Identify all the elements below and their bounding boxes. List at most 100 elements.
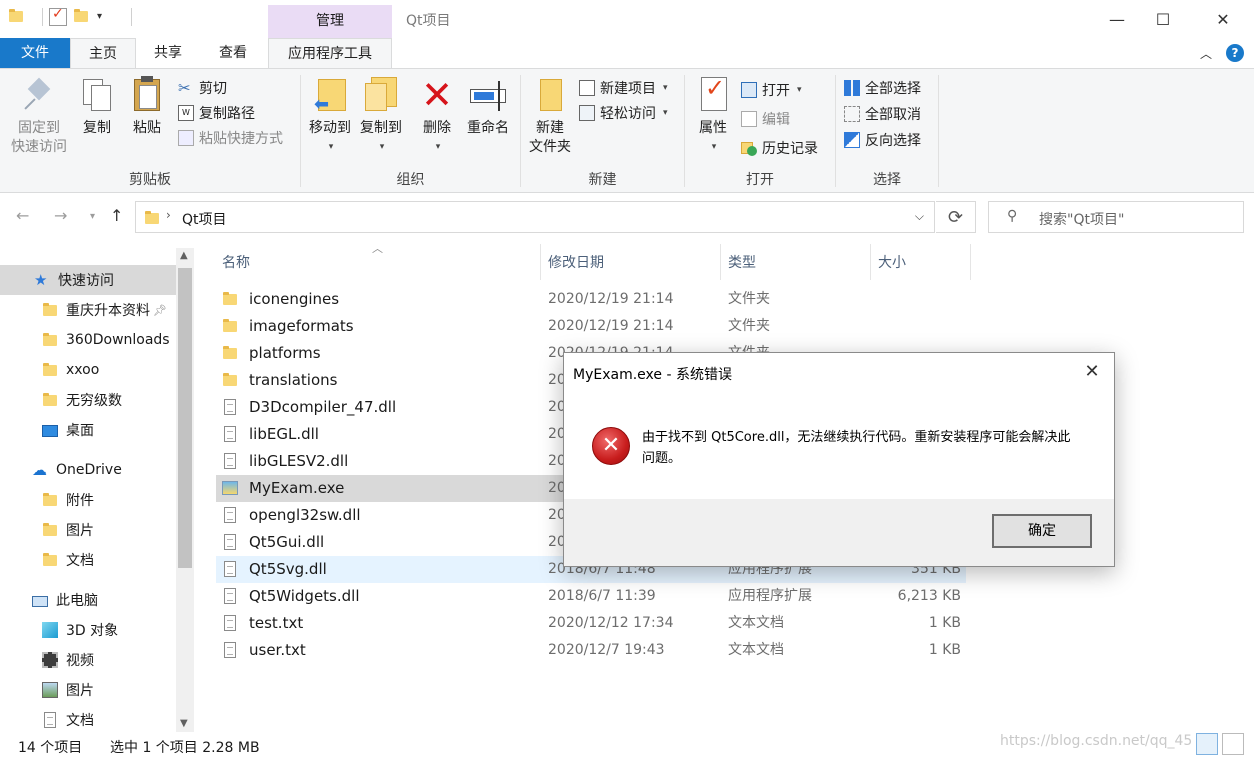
dll-file-icon — [222, 534, 238, 550]
new-item-button[interactable]: 新建项目 ▾ — [579, 77, 668, 99]
scrollbar-thumb[interactable] — [178, 268, 192, 568]
refresh-button[interactable]: ⟳ — [936, 201, 976, 233]
properties-button[interactable]: ✓ 属性 ▾ — [691, 75, 735, 157]
move-to-button[interactable]: ⬅ 移动到 ▾ — [305, 75, 355, 157]
copy-to-icon — [363, 75, 399, 115]
dialog-close-button[interactable]: ✕ — [1080, 361, 1104, 382]
chevron-down-icon: ▾ — [663, 83, 668, 93]
nav-item-360downloads[interactable]: 360Downloads — [0, 325, 176, 355]
tab-view[interactable]: 查看 — [200, 38, 266, 68]
column-header-name[interactable]: 名称 — [214, 248, 540, 278]
navigation-pane: ★ 快速访问 重庆升本资料 📌︎ 360Downloads xxoo 无穷级数 … — [0, 240, 196, 732]
column-header-size[interactable]: 大小 — [870, 248, 970, 278]
nav-item-pictures[interactable]: 图片 — [0, 675, 176, 705]
up-arrow-icon[interactable]: ↑ — [110, 206, 123, 225]
nav-item-3d-objects[interactable]: 3D 对象 — [0, 615, 176, 645]
copy-button[interactable]: 复制 — [76, 75, 118, 138]
table-row[interactable]: Qt5Widgets.dll 2018/6/7 11:39 应用程序扩展 6,2… — [216, 583, 966, 610]
recent-locations-chevron-icon[interactable]: ▾ — [90, 211, 95, 222]
breadcrumb-current[interactable]: Qt项目 — [182, 209, 227, 229]
column-header-date[interactable]: 修改日期 — [540, 248, 720, 278]
new-folder-icon[interactable] — [73, 8, 91, 26]
document-icon — [42, 712, 58, 728]
dll-file-icon — [222, 426, 238, 442]
close-button[interactable]: ✕ — [1200, 0, 1246, 38]
star-icon: ★ — [34, 271, 48, 289]
nav-item-desktop[interactable]: 桌面 — [0, 415, 176, 445]
open-button[interactable]: 打开 ▾ — [741, 79, 802, 101]
rename-button[interactable]: 重命名 — [463, 75, 513, 138]
nav-item-videos[interactable]: 视频 — [0, 645, 176, 675]
cloud-icon: ☁ — [32, 461, 47, 479]
nav-item-attachments[interactable]: 附件 — [0, 485, 176, 515]
table-row[interactable]: test.txt 2020/12/12 17:34 文本文档 1 KB — [216, 610, 966, 637]
nav-item-onedrive[interactable]: ☁ OneDrive — [0, 455, 176, 485]
copy-to-button[interactable]: 复制到 ▾ — [355, 75, 407, 157]
cut-button[interactable]: ✂ 剪切 — [178, 77, 227, 99]
paste-shortcut-button[interactable]: 粘贴快捷方式 — [178, 127, 283, 149]
minimize-button[interactable]: — — [1094, 0, 1140, 38]
nav-item-onedrive-documents[interactable]: 文档 — [0, 545, 176, 575]
nav-item-documents[interactable]: 文档 — [0, 705, 176, 735]
history-button[interactable]: 历史记录 — [741, 137, 818, 159]
text-file-icon — [222, 615, 238, 631]
status-selection: 选中 1 个项目 2.28 MB — [110, 740, 260, 756]
forward-arrow-icon[interactable]: → — [54, 206, 67, 225]
help-icon[interactable]: ? — [1226, 44, 1244, 62]
easy-access-icon — [579, 105, 595, 121]
navigation-scrollbar[interactable]: ▲ ▼ — [176, 248, 194, 732]
copy-path-button[interactable]: W 复制路径 — [178, 102, 255, 124]
tab-share[interactable]: 共享 — [136, 38, 200, 68]
desktop-icon — [42, 425, 58, 437]
back-arrow-icon[interactable]: ← — [16, 206, 29, 225]
nav-item-infinite-series[interactable]: 无穷级数 — [0, 385, 176, 415]
easy-access-button[interactable]: 轻松访问 ▾ — [579, 102, 668, 124]
search-input[interactable]: ⚲ 搜索"Qt项目" — [988, 201, 1244, 233]
history-icon — [741, 140, 757, 156]
ok-button[interactable]: 确定 — [992, 514, 1092, 548]
nav-item-xxoo[interactable]: xxoo — [0, 355, 176, 385]
pin-icon: 📌︎ — [153, 303, 167, 317]
select-none-button[interactable]: 全部取消 — [844, 103, 921, 125]
nav-item-chongqing[interactable]: 重庆升本资料 📌︎ — [0, 295, 176, 325]
tab-application-tools[interactable]: 应用程序工具 — [268, 38, 392, 68]
customize-qat-dropdown-icon[interactable]: ▾ — [97, 8, 115, 26]
nav-item-this-pc[interactable]: 此电脑 — [0, 585, 176, 615]
scroll-up-chevron-icon[interactable]: ▲ — [180, 250, 188, 261]
table-row[interactable]: iconengines 2020/12/19 21:14 文件夹 — [216, 286, 966, 313]
folder-icon[interactable] — [8, 8, 26, 26]
table-row[interactable]: imageformats 2020/12/19 21:14 文件夹 — [216, 313, 966, 340]
properties-check-icon[interactable]: ✓ — [49, 6, 67, 26]
nav-item-quick-access[interactable]: ★ 快速访问 — [0, 265, 176, 295]
dialog-title: MyExam.exe - 系统错误 — [573, 367, 732, 383]
invert-selection-button[interactable]: 反向选择 — [844, 129, 921, 151]
new-folder-button[interactable]: 新建 文件夹 — [525, 75, 575, 157]
folder-icon — [42, 362, 58, 378]
delete-button[interactable]: ✕ 删除 ▾ — [417, 75, 457, 157]
column-header-type[interactable]: 类型 — [720, 248, 870, 278]
paste-button[interactable]: 粘贴 — [126, 75, 168, 138]
folder-icon — [222, 372, 238, 388]
ribbon-collapse-chevron-icon[interactable]: ︿ — [1200, 45, 1212, 62]
dll-file-icon — [222, 588, 238, 604]
folder-icon — [42, 522, 58, 538]
edit-button[interactable]: 编辑 — [741, 108, 790, 130]
breadcrumb-chevron-icon[interactable]: › — [166, 208, 171, 222]
select-all-button[interactable]: 全部选择 — [844, 77, 921, 99]
nav-item-onedrive-pictures[interactable]: 图片 — [0, 515, 176, 545]
address-dropdown-chevron-icon[interactable]: ⌵ — [915, 209, 924, 224]
details-view-icon[interactable] — [1196, 733, 1218, 755]
tab-file[interactable]: 文件 — [0, 38, 70, 68]
open-icon — [741, 82, 757, 98]
address-bar[interactable]: › Qt项目 ⌵ — [135, 201, 935, 233]
tab-home[interactable]: 主页 — [70, 38, 136, 68]
large-icons-view-icon[interactable] — [1222, 733, 1244, 755]
pin-to-quick-access-button[interactable]: 固定到 快速访问 — [6, 75, 72, 157]
scroll-down-chevron-icon[interactable]: ▼ — [180, 718, 188, 729]
maximize-button[interactable]: ☐ — [1140, 0, 1186, 38]
table-row[interactable]: user.txt 2020/12/7 19:43 文本文档 1 KB — [216, 637, 966, 664]
chevron-down-icon: ▾ — [663, 108, 668, 118]
dll-file-icon — [222, 399, 238, 415]
chevron-down-icon: ▾ — [328, 142, 334, 152]
ribbon: 固定到 快速访问 复制 粘贴 ✂ 剪切 W 复制路径 粘贴快捷方式 剪贴板 ⬅ … — [0, 68, 1254, 193]
